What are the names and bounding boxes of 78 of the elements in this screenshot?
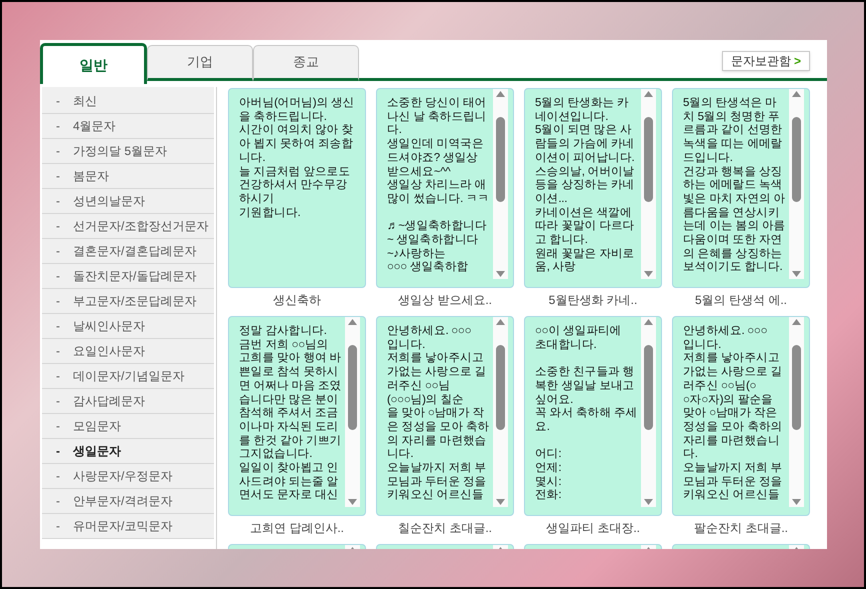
tab[interactable]: 종교	[253, 45, 359, 81]
message-card[interactable]: ○○이 생일파티에 초대합니다. 소중한 친구들과 행 복한 생일날 보내고 싶어요. 꼭 와서 축하해 주세 요. 어디: 언제: 몇시: 전화:	[524, 316, 662, 516]
message-card[interactable]: 안녕하세요. ○○○ 입니다. 저희를 낳아주시고 가없는 사랑으로 길 러주신 ○○님(○ ○자○자)의 팔순을 맞아 ○남매가 작은 정성을 모아 축하의 자리를 마련했습니 다. 오늘날까지 저희 부 모님과 두터운 정을 키워오신 어르신들	[672, 316, 810, 516]
scrollbar-thumb[interactable]	[644, 116, 653, 202]
sidebar-item[interactable]: - 부고문자/조문답례문자	[42, 289, 214, 314]
scroll-down-icon[interactable]	[348, 499, 357, 505]
sidebar-item[interactable]: - 사랑문자/우정문자	[42, 464, 214, 489]
bullet: -	[56, 93, 61, 110]
scroll-down-icon[interactable]	[496, 499, 505, 505]
bullet: -	[56, 393, 61, 410]
bullet: -	[56, 168, 61, 185]
scroll-down-icon[interactable]	[644, 271, 653, 277]
sidebar-item[interactable]: - 데이문자/기념일문자	[42, 364, 214, 389]
bullet: -	[56, 468, 61, 485]
card-title[interactable]: 칠순잔치 초대글..	[398, 519, 492, 537]
scrollbar-thumb[interactable]	[644, 344, 653, 430]
sidebar-item[interactable]: - 4월문자	[42, 114, 214, 139]
card-title[interactable]: 고희연 답례인사..	[250, 519, 344, 537]
sidebar-item[interactable]: - 모임문자	[42, 414, 214, 439]
sidebar-item[interactable]: - 선거문자/조합장선거문자	[42, 214, 214, 239]
sidebar-item[interactable]: - 유머문자/코믹문자	[42, 514, 214, 539]
bullet: -	[56, 293, 61, 310]
message-card[interactable]: 5월의 탄생석은 마 치 5월의 청명한 푸 르름과 같이 선명한 녹색을 띠는 에메랄 드입니다. 건강과 행복을 상징 하는 에메랄드 녹색 빛은 마치 자연의 아 름다움을 연상시키 는데 이는 봄의 아름 다움이며 또한 자연 의 은혜를 상징하는 보석이기도 합니다.	[672, 88, 810, 288]
scrollbar-thumb[interactable]	[348, 344, 357, 430]
sidebar-item[interactable]: - 성년의날문자	[42, 189, 214, 214]
card-title[interactable]: 생일상 받으세요..	[398, 291, 492, 309]
bullet: -	[56, 418, 61, 435]
bullet: -	[56, 118, 61, 135]
scroll-down-icon[interactable]	[496, 271, 505, 277]
message-text: ○○이 생일파티에 초대합니다. 소중한 친구들과 행 복한 생일날 보내고 싶어요. 꼭 와서 축하해 주세 요. 어디: 언제: 몇시: 전화:	[534, 324, 638, 504]
message-card[interactable]: 정말 감사합니다. 금번 저희 ○○님의 고희를 맞아 행여 바 쁜일로 참석 못하시 면 어쩌나 마음 조였 습니다만 많은 분이 참석해 주셔서 조금 이나마 자식된 도리 를 한것 같아 기쁘기 그지없습니다. 일일이 찾아뵙고 인 사드려야 되는줄 알 면서도 문자로 대신	[228, 316, 366, 516]
scrollbar-thumb[interactable]	[792, 116, 801, 202]
scroll-down-icon[interactable]	[792, 499, 801, 505]
tab[interactable]: 일반	[40, 43, 147, 84]
sidebar-item[interactable]: - 봄문자	[42, 164, 214, 189]
sidebar-item[interactable]: - 날씨인사문자	[42, 314, 214, 339]
card-title[interactable]: 생신축하	[273, 291, 321, 309]
message-text: 정말 감사합니다. 금번 저희 ○○님의 고희를 맞아 행여 바 쁜일로 참석 못하시 면 어쩌나 마음 조였 습니다만 많은 분이 참석해 주셔서 조금 이나마 자식된 도리 를 한것 같아 기쁘기 그지없습니다. 일일이 찾아뵙고 인 사드려야 되는줄 알 면서도 문자로 대신	[238, 324, 342, 504]
message-text: 안녕하세요. ○○○ 입니다. 저희를 낳아주시고 가없는 사랑으로 길 러주신 ○○님 (○○○님)의 칠순 을 맞아 ○남매가 작 은 정성을 모아 축하 의 자리를 마련했습 니다. 오늘날까지 저희 부 모님과 두터운 정을 키워오신 어르신들	[386, 324, 490, 504]
message-text: 5월의 탄생화는 카 네이션입니다. 5월이 되면 많은 사 람들의 가슴에 카네 이션이 피어납니다. 스승의날, 어버이날 등을 상징하는 카네 이션... 카네이션은 색깔에 따라 꽃말이 다르다 고 합니다. 원래 꽃말은 자비로 움, 사랑	[534, 96, 636, 276]
bullet: -	[56, 243, 61, 260]
sidebar-item[interactable]: - 감사답례문자	[42, 389, 214, 414]
scroll-down-icon[interactable]	[644, 499, 653, 505]
bullet: -	[56, 318, 61, 335]
message-card[interactable]: 안녕하세요. ○○○ 입니다. 저희를 낳아주시고 가없는 사랑으로 길 러주신 ○○님 (○○○님)의 칠순 을 맞아 ○남매가 작 은 정성을 모아 축하 의 자리를 마련했습 니다. 오늘날까지 저희 부 모님과 두터운 정을 키워오신 어르신들	[376, 316, 514, 516]
message-text: 아버님(어머님)의 생신 을 축하드립니다. 시간이 여의치 않아 찾 아 뵙지 못하여 죄송합 니다. 늘 지금처럼 앞으로도 건강하셔서 만수무강 하시기 기원합니다.	[238, 96, 356, 221]
bullet: -	[56, 518, 61, 535]
sidebar-item[interactable]: - 돌잔치문자/돌답례문자	[42, 264, 214, 289]
scrollbar-thumb[interactable]	[496, 344, 505, 430]
sidebar-item[interactable]: - 최신	[42, 89, 214, 114]
bullet: -	[56, 268, 61, 285]
message-card[interactable]: 5월의 탄생화는 카 네이션입니다. 5월이 되면 많은 사 람들의 가슴에 카네 이션이 피어납니다. 스승의날, 어버이날 등을 상징하는 카네 이션... 카네이션은 색깔에 따라 꽃말이 다르다 고 합니다. 원래 꽃말은 자비로 움, 사랑	[524, 88, 662, 288]
sidebar-item[interactable]: - 가정의달 5월문자	[42, 139, 214, 164]
scroll-down-icon[interactable]	[792, 271, 801, 277]
card-title[interactable]: 5월의 탄생석 에..	[694, 291, 787, 309]
bullet: -	[56, 493, 61, 510]
tab[interactable]: 기업	[147, 45, 253, 81]
sidebar-item[interactable]: - 요일인사문자	[42, 339, 214, 364]
message-card[interactable]: 소중한 당신이 태어 나신 날 축하드립니 다. 생일인데 미역국은 드셔야죠? 생일상 받으세요~^^ 생일상 차리느라 애 많이 썼습니다. ㅋㅋ ♬~생일축하합니다 ~ 생일축하합니다 ~♪사랑하는 ○○○ 생일축하합	[376, 88, 514, 288]
scrollbar-thumb[interactable]	[792, 344, 801, 430]
sidebar-item[interactable]: - 생일문자	[42, 439, 214, 464]
message-text: 소중한 당신이 태어 나신 날 축하드립니 다. 생일인데 미역국은 드셔야죠? 생일상 받으세요~^^ 생일상 차리느라 애 많이 썼습니다. ㅋㅋ ♬~생일축하합니다 ~ 생일축하합니다 ~♪사랑하는 ○○○ 생일축하합	[386, 96, 490, 276]
bullet: -	[56, 218, 61, 235]
card-title[interactable]: 생일파티 초대장..	[546, 519, 640, 537]
bullet: -	[56, 368, 61, 385]
message-text: 안녕하세요. ○○○ 입니다. 저희를 낳아주시고 가없는 사랑으로 길 러주신 ○○님(○ ○자○자)의 팔순을 맞아 ○남매가 작은 정성을 모아 축하의 자리를 마련했습니 다. 오늘날까지 저희 부 모님과 두터운 정을 키워오신 어르신들	[682, 324, 784, 504]
bullet: -	[56, 193, 61, 210]
sidebar-item[interactable]: - 결혼문자/결혼답례문자	[42, 239, 214, 264]
card-title[interactable]: 5월탄생화 카네..	[548, 291, 638, 309]
archive-button[interactable]: 문자보관함 >	[722, 51, 810, 71]
scrollbar-thumb[interactable]	[496, 116, 505, 202]
card-title[interactable]: 팔순잔치 초대글..	[694, 519, 788, 537]
message-card[interactable]: 아버님(어머님)의 생신 을 축하드립니다. 시간이 여의치 않아 찾 아 뵙지 못하여 죄송합 니다. 늘 지금처럼 앞으로도 건강하셔서 만수무강 하시기 기원합니다.	[228, 88, 366, 288]
bullet: -	[56, 443, 61, 460]
sidebar-item[interactable]: - 안부문자/격려문자	[42, 489, 214, 514]
message-text: 5월의 탄생석은 마 치 5월의 청명한 푸 르름과 같이 선명한 녹색을 띠는 에메랄 드입니다. 건강과 행복을 상징 하는 에메랄드 녹색 빛은 마치 자연의 아 름다움을 연상시키 는데 이는 봄의 아름 다움이며 또한 자연 의 은혜를 상징하는 보석이기도 합니다.	[682, 96, 786, 276]
bullet: -	[56, 343, 61, 360]
bullet: -	[56, 143, 61, 160]
